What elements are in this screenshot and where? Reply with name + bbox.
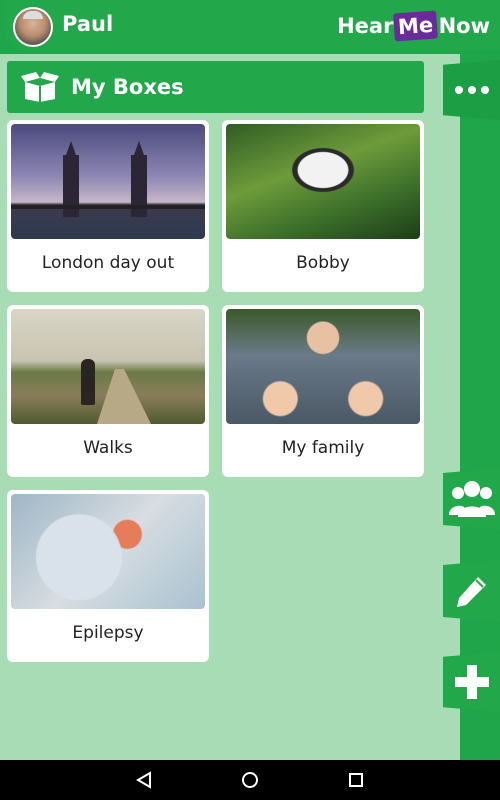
box-card-london[interactable]: London day out [7, 120, 209, 292]
section-title: My Boxes [71, 75, 184, 99]
more-icon [454, 86, 489, 94]
pencil-icon [456, 577, 486, 607]
box-thumbnail [226, 124, 420, 239]
back-button[interactable] [134, 770, 154, 790]
box-label: Epilepsy [72, 623, 144, 643]
box-card-epilepsy[interactable]: Epilepsy [7, 490, 209, 662]
box-thumbnail [226, 309, 420, 424]
back-icon [136, 771, 151, 789]
home-button[interactable] [240, 770, 260, 790]
brand-me: Me [393, 10, 439, 42]
walker [81, 359, 95, 405]
box-card-walks[interactable]: Walks [7, 305, 209, 477]
add-button[interactable] [443, 652, 500, 712]
brand-hear: Hear [337, 14, 394, 38]
home-icon [242, 772, 258, 788]
box-thumbnail [11, 124, 205, 239]
box-thumbnail [11, 494, 205, 609]
avatar[interactable] [13, 7, 53, 47]
group-icon [448, 481, 495, 517]
box-label: Walks [83, 438, 133, 458]
box-label: London day out [41, 253, 175, 273]
system-nav-bar [0, 760, 500, 800]
bridge-deck [11, 205, 205, 209]
recent-apps-icon [349, 773, 363, 787]
box-thumbnail [11, 309, 205, 424]
box-card-bobby[interactable]: Bobby [222, 120, 424, 292]
road [97, 369, 151, 424]
box-label: Bobby [296, 253, 350, 273]
section-header: My Boxes [7, 61, 424, 113]
share-group-button[interactable] [443, 468, 500, 530]
box-card-family[interactable]: My family [222, 305, 424, 477]
plus-icon [454, 665, 489, 699]
more-button[interactable] [443, 60, 500, 120]
user-name[interactable]: Paul [62, 12, 113, 36]
box-icon [21, 72, 59, 102]
brand-logo: Hear Me Now [337, 10, 490, 42]
edit-button[interactable] [443, 560, 500, 622]
box-label: My family [281, 438, 365, 458]
recent-apps-button[interactable] [346, 770, 366, 790]
brand-now: Now [438, 14, 490, 38]
